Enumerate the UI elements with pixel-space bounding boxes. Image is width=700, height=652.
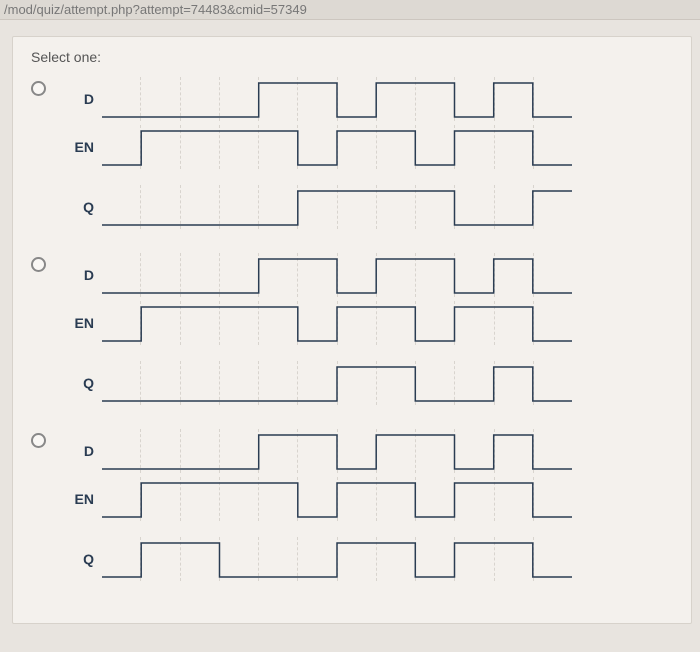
waveform-d	[102, 429, 572, 473]
waveform-en	[102, 301, 572, 345]
signal-label-q: Q	[66, 199, 94, 215]
signal-row: Q	[66, 537, 572, 581]
signal-label-d: D	[66, 91, 94, 107]
answer-option: D EN Q	[31, 253, 673, 405]
signal-row: Q	[66, 361, 572, 405]
signal-label-d: D	[66, 443, 94, 459]
waveform-en	[102, 477, 572, 521]
signal-row: D	[66, 429, 572, 473]
answer-radio[interactable]	[31, 81, 46, 96]
signal-label-q: Q	[66, 375, 94, 391]
signal-label-en: EN	[66, 139, 94, 155]
answer-option: D EN Q	[31, 429, 673, 581]
waveform-en	[102, 125, 572, 169]
timing-diagram: D EN Q	[66, 429, 572, 581]
signal-row: Q	[66, 185, 572, 229]
signal-label-en: EN	[66, 491, 94, 507]
timing-diagram: D EN Q	[66, 77, 572, 229]
waveform-d	[102, 77, 572, 121]
answer-radio[interactable]	[31, 257, 46, 272]
timing-diagram: D EN Q	[66, 253, 572, 405]
signal-row: D	[66, 77, 572, 121]
quiz-card: Select one: D EN Q	[12, 36, 692, 624]
waveform-d	[102, 253, 572, 297]
option-list: D EN Q	[31, 77, 673, 581]
signal-row: EN	[66, 125, 572, 169]
url-bar: /mod/quiz/attempt.php?attempt=74483&cmid…	[0, 0, 700, 20]
waveform-q	[102, 185, 572, 229]
signal-row: EN	[66, 301, 572, 345]
answer-radio[interactable]	[31, 433, 46, 448]
waveform-q	[102, 537, 572, 581]
waveform-q	[102, 361, 572, 405]
signal-row: EN	[66, 477, 572, 521]
signal-label-q: Q	[66, 551, 94, 567]
answer-option: D EN Q	[31, 77, 673, 229]
question-prompt: Select one:	[31, 49, 673, 65]
signal-label-en: EN	[66, 315, 94, 331]
signal-row: D	[66, 253, 572, 297]
signal-label-d: D	[66, 267, 94, 283]
